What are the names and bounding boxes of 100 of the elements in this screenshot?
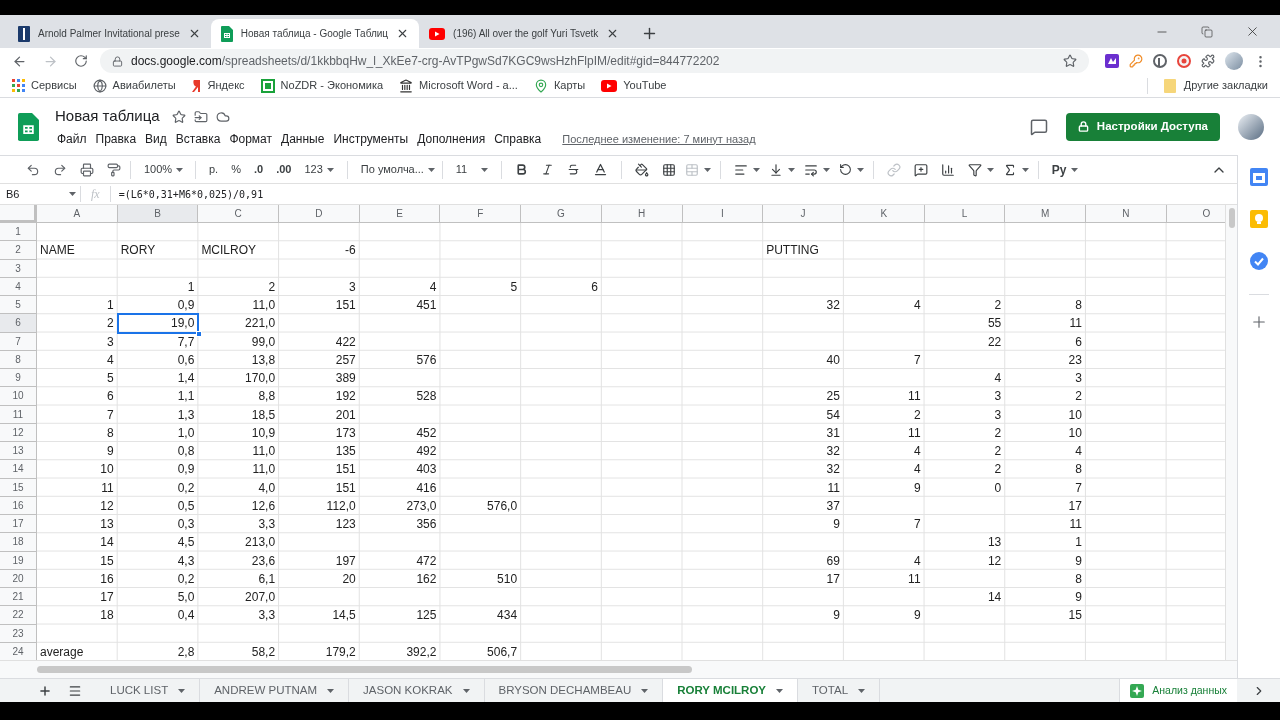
address-bar[interactable]: docs.google.com/spreadsheets/d/1kkbbqHw_l_XkEe7-crg-AvTPgwSd7KGC9wsHzhFlpIM/edit#gid=844772202 bbox=[100, 49, 1089, 73]
name-box[interactable]: B6 bbox=[0, 184, 80, 204]
cloud-icon[interactable] bbox=[215, 109, 230, 124]
column-header[interactable]: I bbox=[682, 205, 764, 223]
table-cell[interactable]: 8,8 bbox=[198, 387, 280, 406]
table-cell[interactable]: 0,9 bbox=[117, 296, 199, 315]
increase-decimals-button[interactable]: .00 bbox=[272, 158, 296, 181]
table-cell[interactable]: 18,5 bbox=[198, 405, 280, 424]
table-cell[interactable]: 1 bbox=[117, 277, 199, 296]
strikethrough-icon[interactable] bbox=[566, 163, 580, 176]
column-header[interactable]: J bbox=[763, 205, 844, 223]
table-cell[interactable]: 1,4 bbox=[117, 369, 199, 388]
table-cell[interactable]: 17 bbox=[37, 588, 118, 607]
table-cell[interactable]: 4,5 bbox=[117, 533, 199, 552]
font-size-dropdown[interactable]: 11 bbox=[451, 158, 492, 181]
close-icon[interactable] bbox=[1245, 24, 1260, 39]
table-cell[interactable]: 32 bbox=[763, 442, 844, 461]
row-header[interactable]: 13 bbox=[0, 442, 37, 461]
row-header[interactable]: 17 bbox=[0, 515, 37, 534]
table-cell[interactable]: 1,0 bbox=[117, 423, 199, 442]
table-cell[interactable]: 6 bbox=[1005, 332, 1086, 351]
table-cell[interactable]: 392,2 bbox=[359, 642, 441, 660]
table-cell[interactable]: 170,0 bbox=[198, 369, 280, 388]
logo-icon[interactable] bbox=[1153, 54, 1167, 68]
table-cell[interactable]: 15 bbox=[37, 551, 118, 570]
table-cell[interactable]: 2 bbox=[37, 314, 118, 333]
table-cell[interactable]: 416 bbox=[359, 478, 441, 497]
table-cell[interactable]: 12 bbox=[37, 496, 118, 515]
table-cell[interactable]: 434 bbox=[440, 606, 522, 625]
table-cell[interactable]: 207,0 bbox=[198, 588, 280, 607]
table-cell[interactable]: 4 bbox=[843, 442, 925, 461]
row-header[interactable]: 2 bbox=[0, 241, 37, 260]
table-cell[interactable]: MCILROY bbox=[198, 241, 280, 260]
zoom-dropdown[interactable]: 100% bbox=[140, 158, 186, 181]
table-cell[interactable]: RORY bbox=[117, 241, 199, 260]
bookmark[interactable]: YouTube bbox=[601, 77, 667, 94]
table-cell[interactable]: 403 bbox=[359, 460, 441, 479]
table-cell[interactable]: 15 bbox=[1005, 606, 1086, 625]
table-cell[interactable]: 13 bbox=[924, 533, 1006, 552]
table-cell[interactable]: 11,0 bbox=[198, 296, 280, 315]
table-cell[interactable]: 6 bbox=[37, 387, 118, 406]
table-cell[interactable]: 17 bbox=[763, 569, 844, 588]
explore-button[interactable]: Анализ данных bbox=[1119, 679, 1237, 702]
table-cell[interactable]: 162 bbox=[359, 569, 441, 588]
table-cell[interactable]: 179,2 bbox=[279, 642, 360, 660]
table-cell[interactable]: 4 bbox=[843, 460, 925, 479]
table-cell[interactable]: 7 bbox=[1005, 478, 1086, 497]
avatar[interactable] bbox=[1225, 52, 1243, 70]
calendar-icon[interactable] bbox=[1250, 168, 1268, 186]
table-cell[interactable]: 5 bbox=[37, 369, 118, 388]
table-cell[interactable]: 11,0 bbox=[198, 442, 280, 461]
text-color-icon[interactable] bbox=[592, 162, 608, 177]
table-cell[interactable]: 2 bbox=[924, 423, 1006, 442]
table-cell[interactable]: 3 bbox=[279, 277, 360, 296]
bold-icon[interactable] bbox=[514, 163, 528, 176]
table-cell[interactable]: 20 bbox=[279, 569, 360, 588]
row-header[interactable]: 6 bbox=[0, 314, 37, 333]
column-header[interactable]: E bbox=[359, 205, 441, 223]
table-cell[interactable]: 5 bbox=[440, 277, 522, 296]
column-header[interactable]: M bbox=[1005, 205, 1086, 223]
table-cell[interactable]: 4 bbox=[359, 277, 441, 296]
table-cell[interactable]: 32 bbox=[763, 296, 844, 315]
column-header[interactable]: H bbox=[601, 205, 683, 223]
table-cell[interactable]: 213,0 bbox=[198, 533, 280, 552]
star-icon[interactable] bbox=[171, 109, 186, 124]
row-header[interactable]: 1 bbox=[0, 223, 37, 242]
table-cell[interactable]: 11 bbox=[843, 423, 925, 442]
column-header[interactable]: L bbox=[924, 205, 1006, 223]
table-cell[interactable]: 10,9 bbox=[198, 423, 280, 442]
rotate-icon[interactable] bbox=[838, 163, 852, 176]
table-cell[interactable]: 14,5 bbox=[279, 606, 360, 625]
menu-item[interactable]: Вставка bbox=[171, 129, 225, 148]
browser-tab[interactable]: (196) All over the golf Yuri Tsvetk bbox=[419, 19, 630, 48]
table-cell[interactable]: 69 bbox=[763, 551, 844, 570]
table-cell[interactable]: 31 bbox=[763, 423, 844, 442]
table-cell[interactable]: 0,2 bbox=[117, 478, 199, 497]
column-header[interactable]: G bbox=[521, 205, 602, 223]
redo-icon[interactable] bbox=[53, 162, 67, 177]
table-cell[interactable]: 151 bbox=[279, 460, 360, 479]
fill-color-icon[interactable] bbox=[634, 162, 649, 177]
formula-field[interactable]: =(L6*0,31+M6*0,025)/0,91 bbox=[110, 186, 264, 202]
menu-icon[interactable] bbox=[68, 683, 82, 698]
column-header[interactable]: A bbox=[37, 205, 118, 223]
row-header[interactable]: 5 bbox=[0, 296, 37, 315]
table-cell[interactable]: 3 bbox=[924, 405, 1006, 424]
table-cell[interactable]: 58,2 bbox=[198, 642, 280, 660]
row-header[interactable]: 14 bbox=[0, 460, 37, 479]
italic-icon[interactable] bbox=[540, 163, 554, 176]
column-header[interactable]: C bbox=[198, 205, 280, 223]
browser-tab[interactable]: Arnold Palmer Invitational prese bbox=[8, 19, 211, 48]
table-cell[interactable]: 3 bbox=[1005, 369, 1086, 388]
menu-item[interactable]: Данные bbox=[277, 129, 329, 148]
bookmark[interactable]: NoZDR - Экономика bbox=[260, 77, 384, 94]
table-cell[interactable]: 123 bbox=[279, 515, 360, 534]
bookmark[interactable]: Яндекс bbox=[191, 77, 245, 94]
menu-item[interactable]: Дополнения bbox=[413, 129, 490, 148]
table-cell[interactable]: 22 bbox=[924, 332, 1006, 351]
sheet-tab[interactable]: RORY MCILROY bbox=[663, 679, 799, 702]
table-cell[interactable]: 10 bbox=[1005, 423, 1086, 442]
puzzle-icon[interactable] bbox=[1201, 54, 1215, 68]
